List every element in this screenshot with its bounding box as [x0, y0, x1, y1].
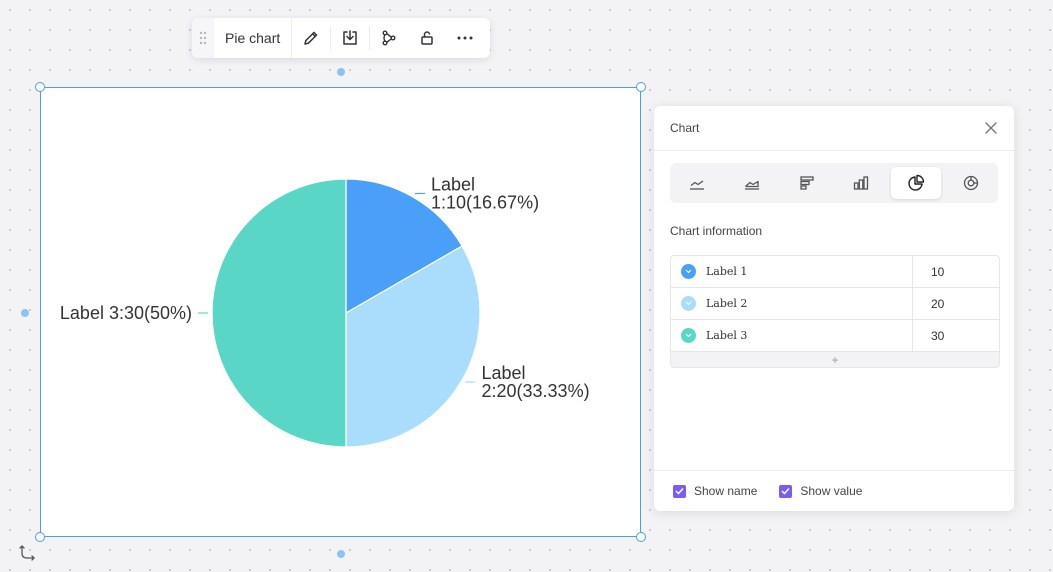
download-button[interactable]: [331, 18, 369, 58]
row-label: Label 2: [706, 297, 748, 310]
show-name-checkbox[interactable]: [673, 484, 686, 498]
chart-type-selector: [670, 163, 998, 203]
close-button[interactable]: [984, 121, 998, 135]
add-row-button[interactable]: +: [671, 352, 999, 367]
chart-data-table: Label 1 10 Label 2 20 Label 3 30 +: [670, 255, 1000, 368]
value-cell[interactable]: 20: [913, 288, 999, 319]
connect-button[interactable]: [370, 18, 408, 58]
connector-dot-left[interactable]: [21, 309, 29, 317]
pie-slice-3[interactable]: [211, 178, 347, 448]
chart-information-title: Chart information: [670, 224, 763, 238]
color-picker[interactable]: [681, 328, 696, 343]
resize-handle-top-left[interactable]: [35, 82, 45, 92]
more-button[interactable]: [446, 18, 484, 58]
unlock-icon: [421, 31, 433, 45]
panel-title: Chart: [670, 121, 700, 135]
toolbar-title: Pie chart: [214, 18, 293, 58]
chart-settings-panel: Chart Chart information Label 1 10 Label…: [654, 106, 1014, 511]
pencil-icon: [304, 31, 318, 45]
lock-button[interactable]: [408, 18, 446, 58]
close-icon: [985, 122, 997, 134]
chart-type-pie[interactable]: [890, 167, 941, 199]
show-value-toggle[interactable]: Show value: [779, 484, 862, 498]
line-chart-icon: [690, 180, 705, 190]
color-picker[interactable]: [681, 264, 696, 279]
pie-slice-label: Label 1:10(16.67%): [431, 174, 539, 212]
row-label: Label 3: [706, 329, 748, 342]
chart-type-area[interactable]: [727, 167, 777, 199]
area-chart-icon: [744, 180, 759, 190]
panel-footer: Show name Show value: [654, 470, 1014, 511]
bar-chart-icon: [854, 176, 869, 190]
chart-toolbar: Pie chart: [192, 18, 490, 58]
row-label: Label 1: [706, 265, 748, 278]
download-icon: [343, 30, 357, 45]
chevron-down-icon: [685, 301, 692, 306]
more-icon: [457, 36, 473, 40]
pie-slice-label: Label 3:30(50%): [60, 303, 192, 323]
chevron-down-icon: [685, 333, 692, 338]
connector-dot-bottom[interactable]: [337, 550, 345, 558]
chevron-down-icon: [685, 269, 692, 274]
table-row: Label 3 30: [671, 320, 999, 352]
resize-handle-top-right[interactable]: [636, 82, 646, 92]
pie-chart-icon: [908, 174, 925, 191]
edit-button[interactable]: [292, 18, 330, 58]
pie-slice-label: Label 2:20(33.33%): [482, 363, 590, 401]
table-row: Label 2 20: [671, 288, 999, 320]
table-row: Label 1 10: [671, 256, 999, 288]
donut-chart-icon: [963, 175, 978, 191]
show-value-checkbox[interactable]: [779, 484, 793, 498]
chart-canvas[interactable]: Label 1:10(16.67%) Label 2:20(33.33%) Label …: [40, 87, 641, 537]
drag-handle-icon[interactable]: [192, 18, 214, 58]
panel-header: Chart: [654, 106, 1014, 151]
value-cell[interactable]: 10: [913, 256, 999, 287]
chart-type-donut[interactable]: [946, 167, 996, 199]
pie-chart: Label 1:10(16.67%) Label 2:20(33.33%) Label …: [60, 174, 590, 448]
resize-handle-bottom-left[interactable]: [35, 532, 45, 542]
color-picker[interactable]: [681, 296, 696, 311]
resize-handle-bottom-right[interactable]: [636, 532, 646, 542]
horizontal-bar-icon: [799, 176, 814, 190]
link-nodes-icon: [382, 30, 396, 46]
connector-dot-top[interactable]: [337, 68, 345, 76]
checkmark-icon: [781, 487, 790, 495]
resize-arrows-icon[interactable]: [18, 543, 38, 568]
show-name-label: Show name: [694, 484, 758, 498]
value-cell[interactable]: 30: [913, 320, 999, 351]
chart-type-bar[interactable]: [836, 167, 886, 199]
show-name-toggle[interactable]: Show name: [673, 484, 757, 498]
label-cell[interactable]: Label 1: [671, 256, 913, 287]
show-value-label: Show value: [800, 484, 863, 498]
label-cell[interactable]: Label 2: [671, 288, 913, 319]
chart-type-horizontal-bar[interactable]: [782, 167, 832, 199]
chart-type-line[interactable]: [672, 167, 722, 199]
label-cell[interactable]: Label 3: [671, 320, 913, 351]
checkmark-icon: [675, 487, 684, 495]
